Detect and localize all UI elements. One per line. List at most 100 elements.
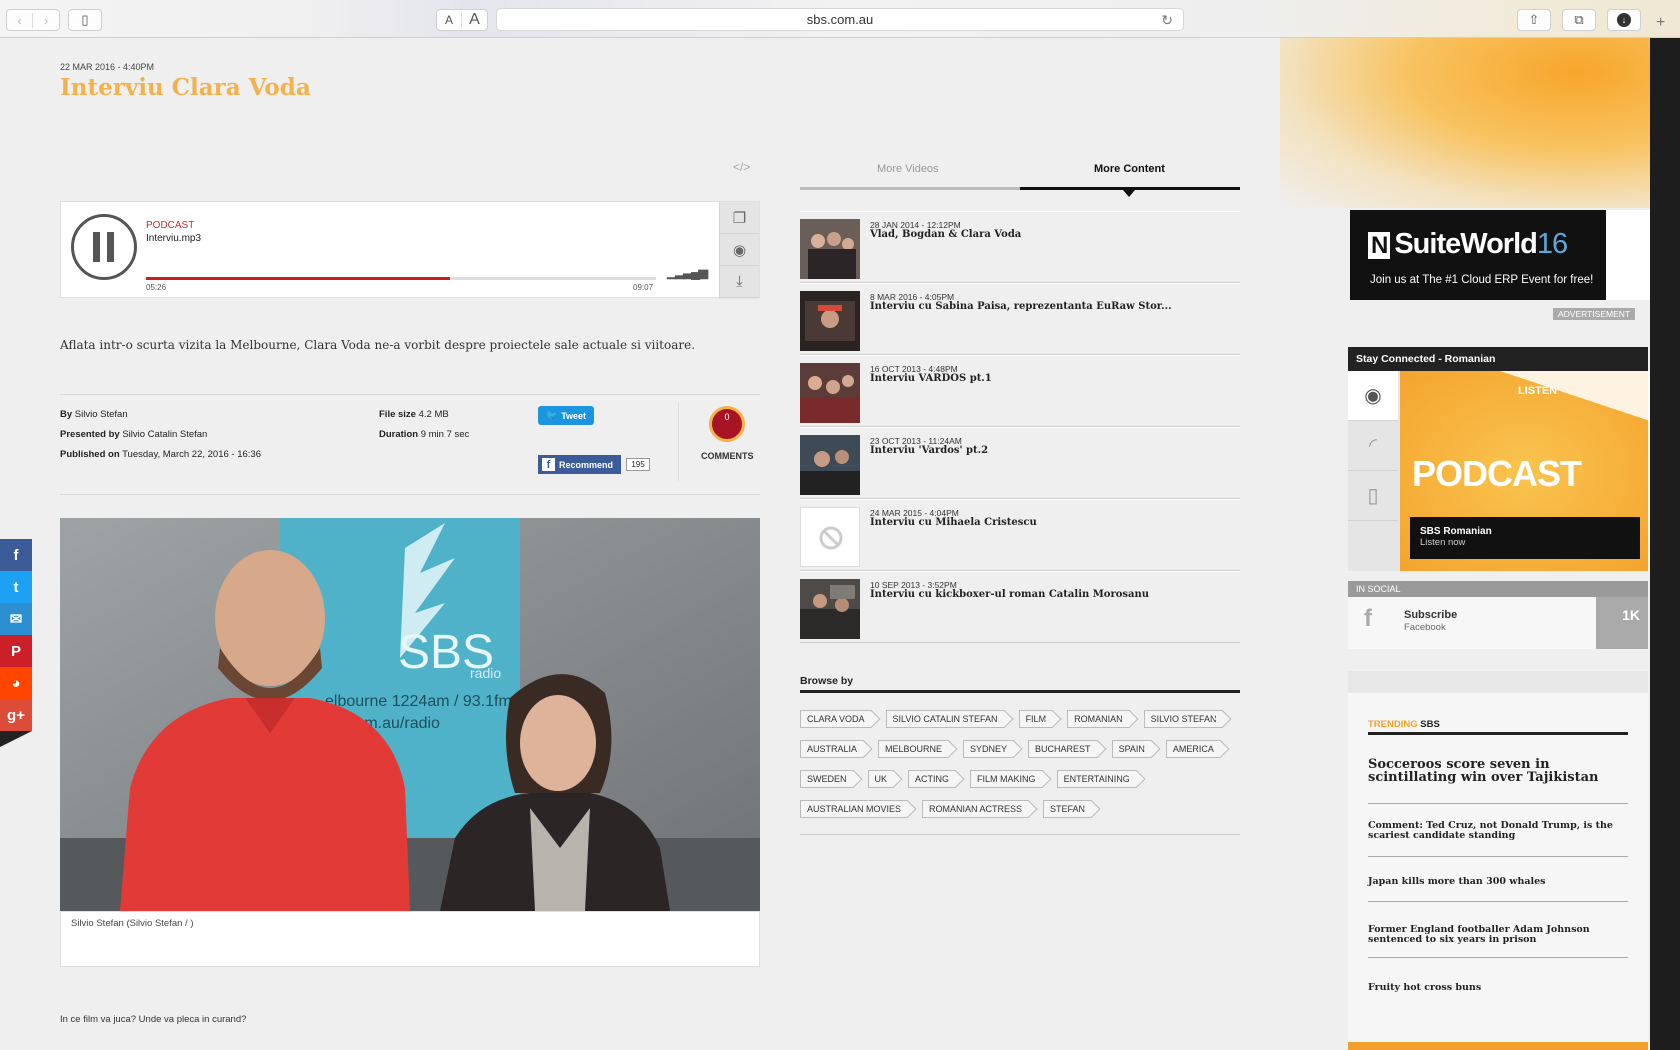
advertisement-banner[interactable]: N SuiteWorld16 Join us at The #1 Cloud ER… xyxy=(1350,210,1650,300)
trending-item[interactable]: Socceroos score seven in scintillating w… xyxy=(1368,758,1628,784)
thumbnail[interactable] xyxy=(800,291,860,351)
list-item[interactable]: 16 OCT 2013 - 4:48PM Interviu VARDOS pt.… xyxy=(800,355,1240,427)
tag-link[interactable]: STEFAN xyxy=(1043,800,1093,818)
thumbnail[interactable] xyxy=(800,363,860,423)
new-tab-icon[interactable]: + xyxy=(1656,14,1665,32)
tag-link[interactable]: SILVIO CATALIN STEFAN xyxy=(885,710,1005,728)
list-item[interactable]: 23 OCT 2013 - 11:24AM Interviu 'Vardos' … xyxy=(800,427,1240,499)
tag-link[interactable]: SPAIN xyxy=(1111,740,1152,758)
embed-code-icon[interactable]: </> xyxy=(733,160,750,174)
more-content-list: 28 JAN 2014 - 12:12PM Vlad, Bogdan & Cla… xyxy=(800,211,1240,643)
share-facebook-icon[interactable]: f xyxy=(0,539,32,571)
article-body-text: In ce film va juca? Unde va pleca in cur… xyxy=(60,1014,247,1025)
mobile-option-icon[interactable]: ▯ xyxy=(1348,471,1398,521)
share-button[interactable]: ⇧ xyxy=(1517,9,1551,31)
tag-link[interactable]: FILM xyxy=(1018,710,1054,728)
facebook-subscribe[interactable]: f Subscribe Facebook 1K xyxy=(1348,597,1648,649)
popout-icon[interactable]: ❐ xyxy=(720,202,759,234)
downloads-button[interactable]: ↓ xyxy=(1607,9,1641,31)
tag-link[interactable]: FILM MAKING xyxy=(970,770,1043,788)
comments-badge[interactable]: 0 xyxy=(709,406,745,442)
podcast-option-icon[interactable]: ◉ xyxy=(1348,371,1398,421)
sidebar-toggle-button[interactable]: ▯ xyxy=(68,9,102,31)
by-label: By xyxy=(60,409,73,420)
listen-now-link[interactable]: Listen now xyxy=(1420,537,1630,548)
item-title[interactable]: Interviu cu Sabina Paisa, reprezentanta … xyxy=(870,301,1172,312)
trending-item[interactable]: Comment: Ted Cruz, not Donald Trump, is … xyxy=(1368,821,1628,841)
tag-link[interactable]: ROMANIAN xyxy=(1067,710,1130,728)
podcast-promo[interactable]: LISTEN PODCAST SBS Romanian Listen now xyxy=(1400,371,1650,571)
share-email-icon[interactable]: ✉ xyxy=(0,603,32,635)
list-item[interactable]: 24 MAR 2015 - 4:04PM Interviu cu Mihaela… xyxy=(800,499,1240,571)
thumbnail[interactable] xyxy=(800,435,860,495)
divider xyxy=(60,494,760,495)
reload-icon[interactable]: ↻ xyxy=(1161,12,1173,29)
thumbnail[interactable] xyxy=(800,507,860,567)
podcast-label: PODCAST xyxy=(146,220,195,231)
thumbnail[interactable] xyxy=(800,219,860,279)
listen-label: LISTEN xyxy=(1518,385,1558,397)
trending-brand: SBS xyxy=(1420,719,1440,730)
tag-link[interactable]: ENTERTAINING xyxy=(1056,770,1137,788)
recommend-button[interactable]: f Recommend xyxy=(538,455,621,474)
share-twitter-icon[interactable]: t xyxy=(0,571,32,603)
stay-connected-heading: Stay Connected - Romanian xyxy=(1348,347,1648,371)
back-icon[interactable]: ‹ xyxy=(7,12,34,28)
tag-link[interactable]: MELBOURNE xyxy=(878,740,950,758)
back-forward-buttons[interactable]: ‹ › xyxy=(6,9,60,31)
author-link[interactable]: Silvio Stefan xyxy=(75,409,128,420)
tag-link[interactable]: SWEDEN xyxy=(800,770,854,788)
item-title[interactable]: Interviu cu Mihaela Cristescu xyxy=(870,517,1037,528)
content-tabs: More Videos More Content xyxy=(800,163,1240,183)
comments-link[interactable]: COMMENTS xyxy=(701,451,754,461)
podcast-subscribe-icon[interactable]: ◉ xyxy=(720,234,759,266)
tag-link[interactable]: SILVIO STEFAN xyxy=(1143,710,1224,728)
tag-link[interactable]: ACTING xyxy=(908,770,957,788)
tabs-button[interactable]: ⧉ xyxy=(1562,9,1596,31)
item-title[interactable]: Interviu cu kickboxer-ul roman Catalin M… xyxy=(870,589,1149,600)
station-box[interactable]: SBS Romanian Listen now xyxy=(1410,517,1640,559)
item-title[interactable]: Vlad, Bogdan & Clara Voda xyxy=(870,229,1021,240)
file-size: File size 4.2 MB xyxy=(379,409,449,420)
font-size-buttons[interactable]: A A xyxy=(436,9,488,31)
thumbnail[interactable] xyxy=(800,579,860,639)
facebook-icon: f xyxy=(1364,605,1372,632)
tab-more-content[interactable]: More Content xyxy=(1094,163,1165,175)
filesize-label: File size xyxy=(379,409,416,420)
tag-link[interactable]: SYDNEY xyxy=(963,740,1015,758)
download-file-icon[interactable]: ⤓ xyxy=(720,266,759,298)
tweet-label: Tweet xyxy=(561,410,587,421)
trending-item[interactable]: Former England footballer Adam Johnson s… xyxy=(1368,925,1628,945)
font-smaller-button[interactable]: A xyxy=(437,13,463,27)
volume-icon[interactable]: ▁▂▃▄▅ xyxy=(667,264,708,280)
list-item[interactable]: 8 MAR 2016 - 4:05PM Interviu cu Sabina P… xyxy=(800,283,1240,355)
font-larger-button[interactable]: A xyxy=(462,11,487,29)
share-pinterest-icon[interactable]: P xyxy=(0,635,32,667)
list-item[interactable]: 28 JAN 2014 - 12:12PM Vlad, Bogdan & Cla… xyxy=(800,211,1240,283)
presenter-link[interactable]: Silvio Catalin Stefan xyxy=(122,429,207,440)
trending-item[interactable]: Japan kills more than 300 whales xyxy=(1368,877,1628,887)
tweet-button[interactable]: 🐦 Tweet xyxy=(538,406,594,425)
address-bar[interactable]: sbs.com.au ↻ xyxy=(496,8,1184,31)
rss-option-icon[interactable]: ◜ xyxy=(1348,421,1398,471)
list-item[interactable]: 10 SEP 2013 - 3:52PM Interviu cu kickbox… xyxy=(800,571,1240,643)
tag-link[interactable]: AUSTRALIAN MOVIES xyxy=(800,800,909,818)
forward-icon[interactable]: › xyxy=(33,13,59,28)
tag-link[interactable]: BUCHAREST xyxy=(1028,740,1098,758)
tag-link[interactable]: UK xyxy=(867,770,895,788)
item-title[interactable]: Interviu 'Vardos' pt.2 xyxy=(870,445,988,456)
tag-link[interactable]: ROMANIAN ACTRESS xyxy=(922,800,1030,818)
tag-link[interactable]: AUSTRALIA xyxy=(800,740,865,758)
tag-link[interactable]: AMERICA xyxy=(1165,740,1221,758)
share-googleplus-icon[interactable]: g+ xyxy=(0,699,32,731)
pause-button[interactable] xyxy=(71,214,137,280)
tab-more-videos[interactable]: More Videos xyxy=(877,163,939,175)
subscribe-label: Subscribe xyxy=(1404,609,1458,621)
progress-bar[interactable] xyxy=(146,277,656,280)
divider xyxy=(1368,901,1628,902)
podcast-filename: Interviu.mp3 xyxy=(146,233,202,244)
item-title[interactable]: Interviu VARDOS pt.1 xyxy=(870,373,992,384)
trending-item[interactable]: Fruity hot cross buns xyxy=(1368,983,1628,993)
tag-link[interactable]: CLARA VODA xyxy=(800,710,872,728)
share-reddit-icon[interactable]: ◕ xyxy=(0,667,32,699)
